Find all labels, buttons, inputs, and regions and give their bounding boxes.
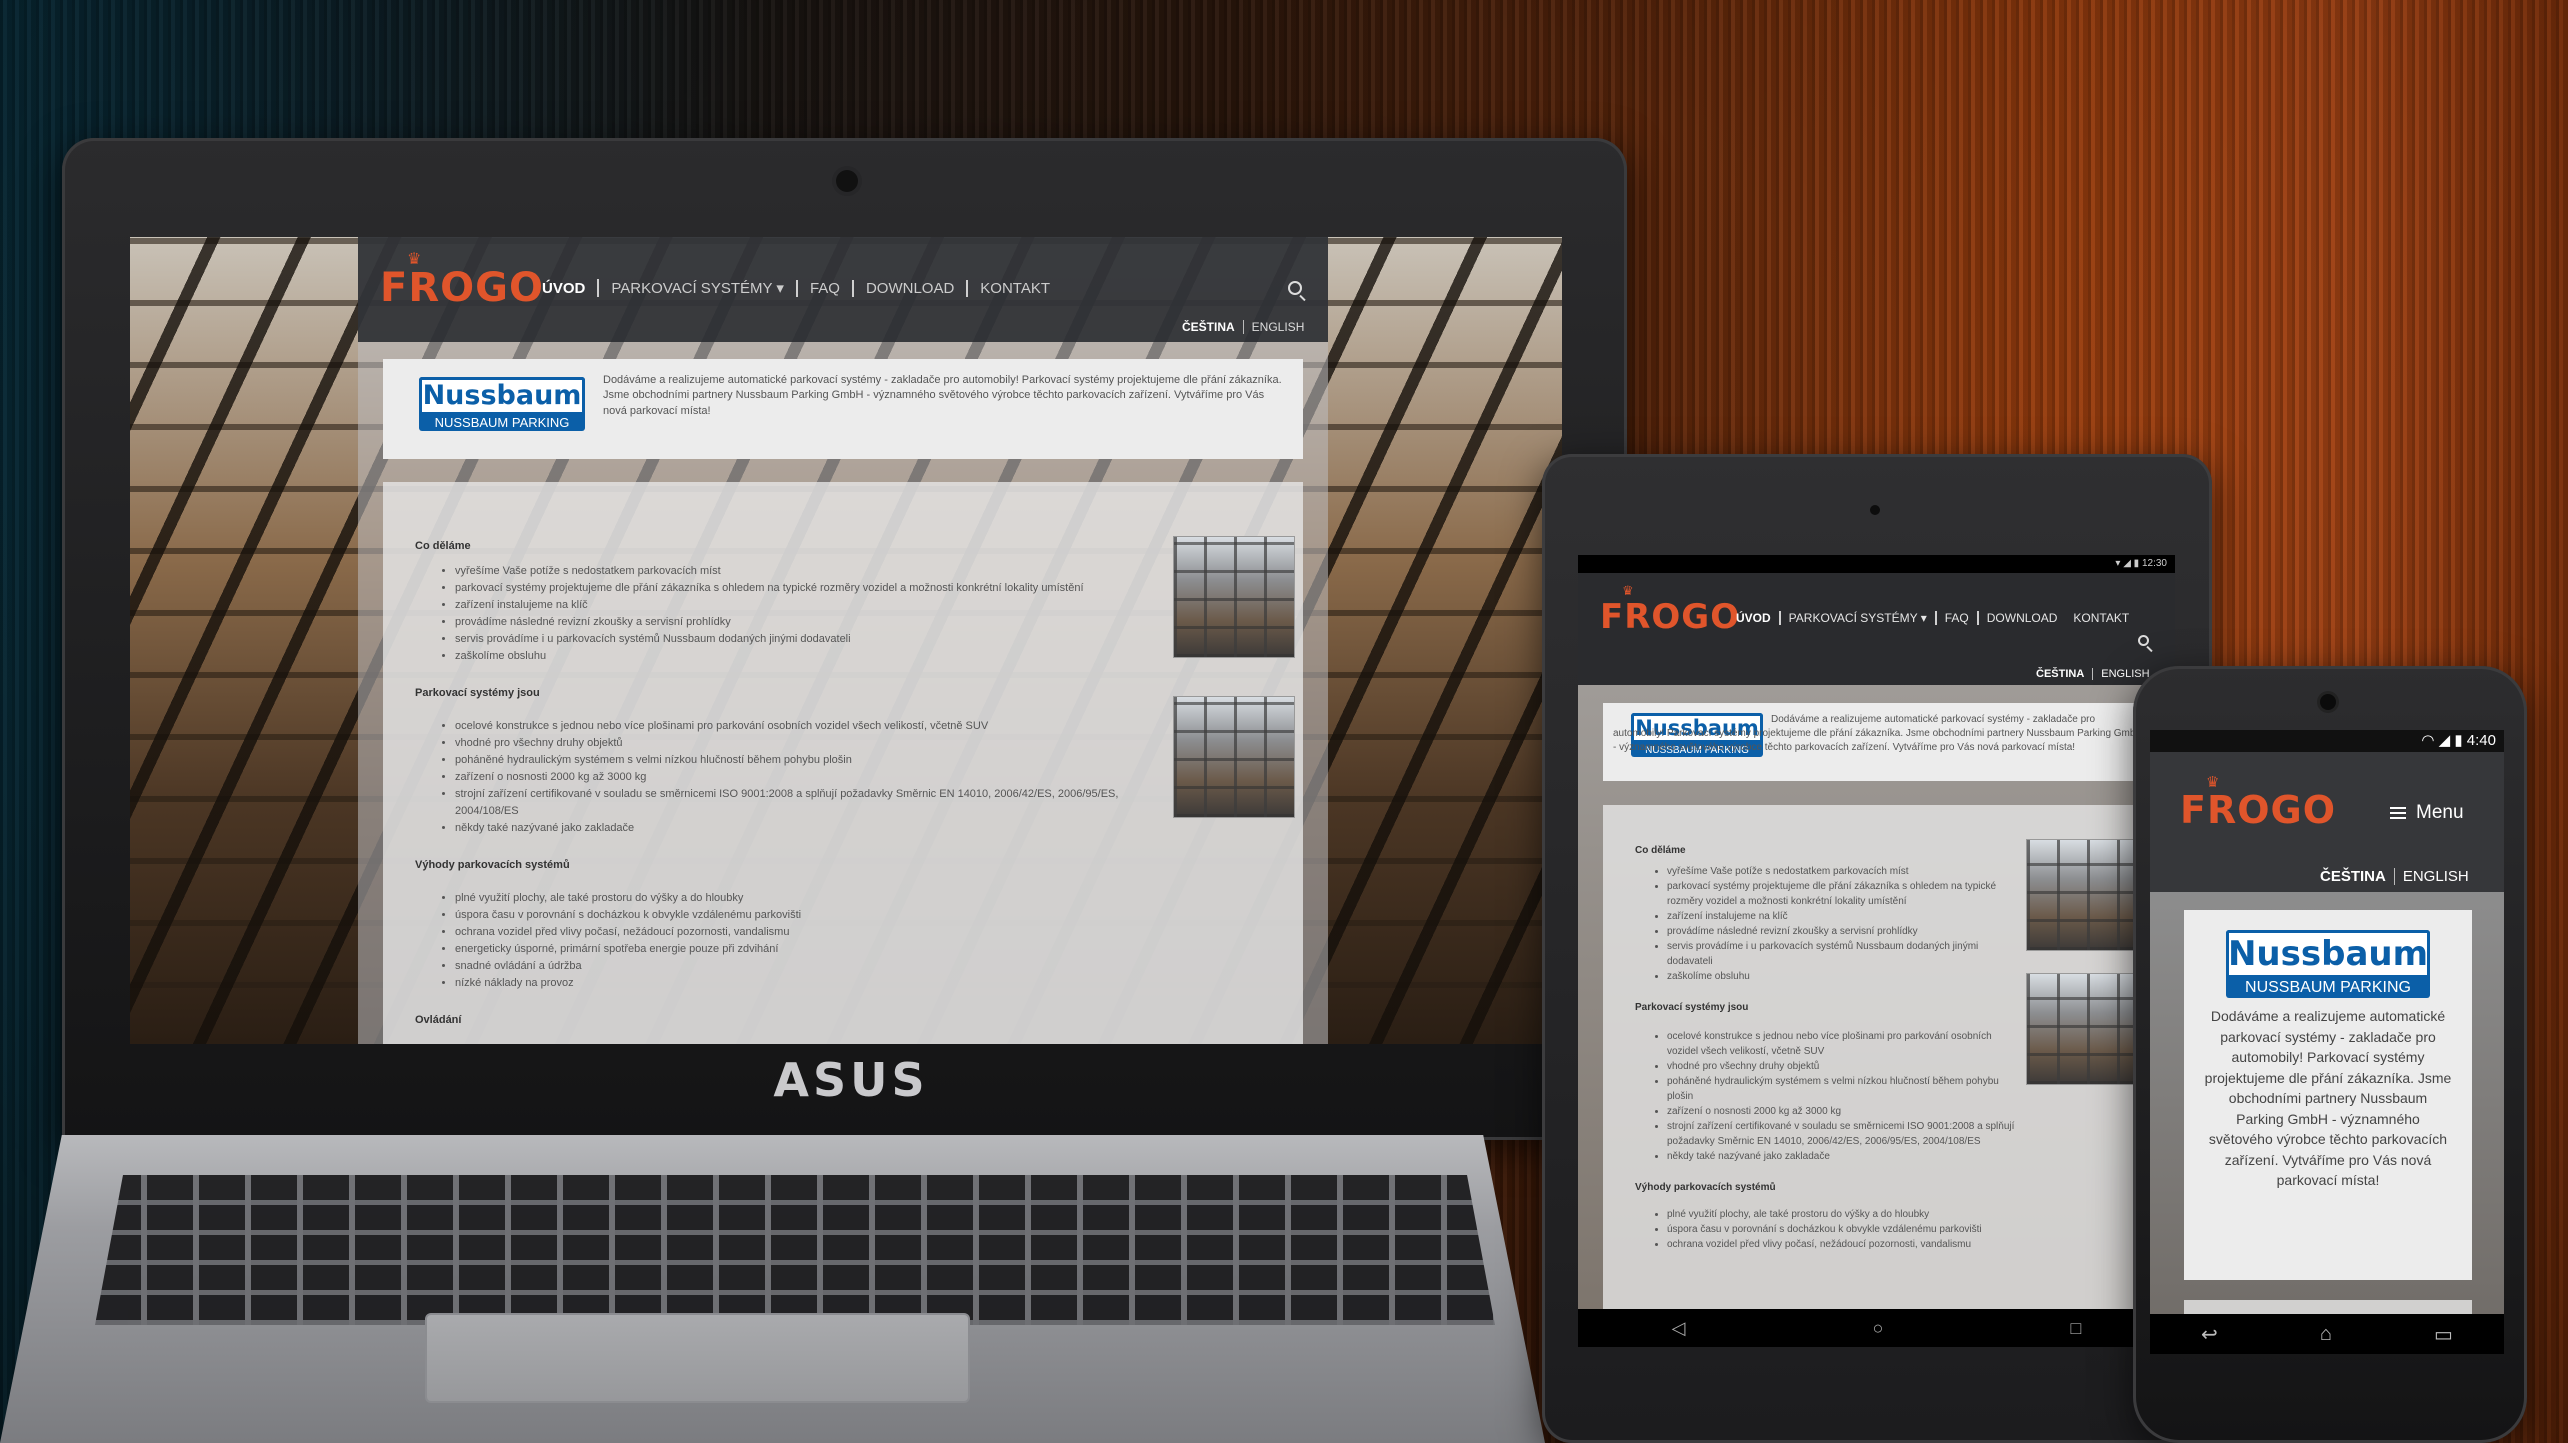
search-icon[interactable] [1288, 281, 1302, 295]
section-title: Parkovací systémy jsou [1635, 1002, 1749, 1013]
language-switcher: ČEŠTINA ENGLISH [2028, 668, 2158, 680]
phone-nav-bar: ↩ ⌂ ▭ [2150, 1314, 2504, 1354]
section-title: Výhody parkovacích systémů [415, 859, 570, 871]
content-sections: Co děláme vyřešíme Vaše potíže s nedosta… [1635, 843, 2025, 1252]
laptop-website: ♛ FROGO ÚVOD PARKOVACÍ SYSTÉMY FAQ DOWNL… [358, 237, 1328, 1044]
laptop-screen: ♛ FROGO ÚVOD PARKOVACÍ SYSTÉMY FAQ DOWNL… [130, 237, 1562, 1044]
phone-screen: ◠ ◢ ▮ 4:40 ♛ FROGO Menu ČEŠTINA ENGLISH … [2150, 730, 2504, 1354]
frogo-logo[interactable]: ♛ FROGO [2180, 773, 2336, 832]
section-list: plné využití plochy, ale také prostoru d… [1667, 1207, 2025, 1252]
home-icon[interactable]: ○ [1873, 1318, 1884, 1339]
content-sections: Co děláme vyřešíme Vaše potíže s nedosta… [415, 538, 1135, 1029]
nav-item-kontakt[interactable]: KONTAKT [966, 279, 1062, 297]
frogo-logo[interactable]: ♛ FROGO [1600, 584, 1740, 637]
intro-text: Dodáváme a realizujeme automatické parko… [2204, 1008, 2452, 1188]
main-nav: ÚVOD PARKOVACÍ SYSTÉMY FAQ DOWNLOAD KONT… [530, 279, 1062, 297]
back-icon[interactable]: ↩ [2201, 1322, 2218, 1347]
nav-item-parkovaci-systemy[interactable]: PARKOVACÍ SYSTÉMY [1778, 611, 1935, 625]
nav-item-parkovaci-systemy[interactable]: PARKOVACÍ SYSTÉMY [597, 279, 796, 297]
content-box: Co děláme vyřešíme Vaše potíže s nedosta… [1603, 805, 2153, 1309]
tablet-status-bar: ▾ ◢ ▮ 12:30 [1578, 555, 2175, 573]
parking-photo-2 [2026, 973, 2138, 1085]
asus-logo: ASUS [773, 1053, 929, 1107]
menu-button[interactable]: Menu [2390, 802, 2464, 824]
crown-icon: ♛ [2206, 773, 2221, 791]
lang-english[interactable]: ENGLISH [1242, 320, 1313, 334]
content-box [2184, 1300, 2472, 1314]
intro-box: Nussbaum NUSSBAUM PARKING Dodáváme a rea… [383, 359, 1303, 459]
intro-box: Nussbaum NUSSBAUM PARKING Dodáváme a rea… [1603, 703, 2153, 781]
nussbaum-logo[interactable]: Nussbaum NUSSBAUM PARKING [2226, 930, 2430, 998]
hamburger-icon [2390, 807, 2406, 819]
lang-cestina[interactable]: ČEŠTINA [1174, 320, 1243, 334]
nav-item-download[interactable]: DOWNLOAD [851, 279, 966, 297]
section-title: Co děláme [415, 540, 471, 552]
crown-icon: ♛ [407, 249, 423, 268]
crown-icon: ♛ [1622, 584, 1635, 599]
tablet-camera-icon [1870, 505, 1880, 515]
main-nav: ÚVOD PARKOVACÍ SYSTÉMY FAQ DOWNLOAD KONT… [1728, 611, 2148, 625]
nav-item-faq[interactable]: FAQ [795, 279, 852, 297]
nav-item-faq[interactable]: FAQ [1934, 611, 1977, 625]
tablet-nav-bar: ◁ ○ □ [1578, 1309, 2175, 1347]
webcam-icon [836, 170, 858, 192]
recents-icon[interactable]: ▭ [2434, 1322, 2453, 1347]
wifi-icon: ◠ ◢ ▮ [2421, 732, 2467, 749]
section-list: ocelové konstrukce s jednou nebo více pl… [455, 718, 1135, 837]
section-list: vyřešíme Vaše potíže s nedostatkem parko… [1667, 864, 2025, 984]
keyboard [95, 1175, 1495, 1325]
phone-content: Nussbaum NUSSBAUM PARKING Dodáváme a rea… [2150, 892, 2504, 1314]
lang-cestina[interactable]: ČEŠTINA [2312, 868, 2394, 885]
section-list: vyřešíme Vaše potíže s nedostatkem parko… [455, 563, 1135, 665]
tablet-screen: ▾ ◢ ▮ 12:30 ♛ FROGO ÚVOD PARKOVACÍ SYSTÉ… [1578, 555, 2175, 1347]
wifi-icon: ▾ ◢ ▮ [2115, 558, 2142, 569]
parking-photo-1 [1173, 536, 1295, 658]
language-switcher: ČEŠTINA ENGLISH [1174, 320, 1312, 334]
section-title: Parkovací systémy jsou [415, 687, 540, 699]
touchpad [425, 1313, 970, 1403]
section-title: Co děláme [1635, 845, 1686, 856]
section-title: Ovládání [415, 1014, 462, 1026]
site-header: ♛ FROGO ÚVOD PARKOVACÍ SYSTÉMY FAQ DOWNL… [358, 237, 1328, 342]
lang-english[interactable]: ENGLISH [2393, 868, 2477, 885]
phone-status-bar: ◠ ◢ ▮ 4:40 [2150, 730, 2504, 752]
section-title: Výhody parkovacích systémů [1635, 1182, 1776, 1193]
tablet-content: Nussbaum NUSSBAUM PARKING Dodáváme a rea… [1578, 685, 2175, 1309]
language-switcher: ČEŠTINA ENGLISH [2312, 868, 2477, 885]
content-box: Co děláme vyřešíme Vaše potíže s nedosta… [383, 482, 1303, 1044]
search-icon[interactable] [2138, 635, 2149, 646]
nussbaum-logo[interactable]: Nussbaum NUSSBAUM PARKING [419, 377, 585, 431]
back-icon[interactable]: ◁ [1672, 1318, 1686, 1339]
section-list: plné využití plochy, ale také prostoru d… [455, 890, 1135, 992]
section-list: ocelové konstrukce s jednou nebo více pl… [1667, 1029, 2025, 1164]
recents-icon[interactable]: □ [2071, 1318, 2082, 1339]
lang-cestina[interactable]: ČEŠTINA [2028, 668, 2092, 680]
parking-photo-1 [2026, 839, 2138, 951]
intro-box: Nussbaum NUSSBAUM PARKING Dodáváme a rea… [2184, 910, 2472, 1280]
nav-item-kontakt[interactable]: KONTAKT [2065, 611, 2137, 625]
parking-photo-2 [1173, 696, 1295, 818]
intro-text: Dodáváme a realizujeme automatické parko… [603, 374, 1282, 417]
nav-item-download[interactable]: DOWNLOAD [1976, 611, 2066, 625]
frogo-logo[interactable]: ♛ FROGO [380, 249, 544, 311]
nav-item-uvod[interactable]: ÚVOD [1728, 611, 1779, 625]
phone-camera-icon [2320, 694, 2336, 710]
intro-text: Dodáváme a realizujeme automatické parko… [1613, 714, 2143, 753]
home-icon[interactable]: ⌂ [2320, 1323, 2332, 1346]
nav-item-uvod[interactable]: ÚVOD [530, 280, 597, 297]
